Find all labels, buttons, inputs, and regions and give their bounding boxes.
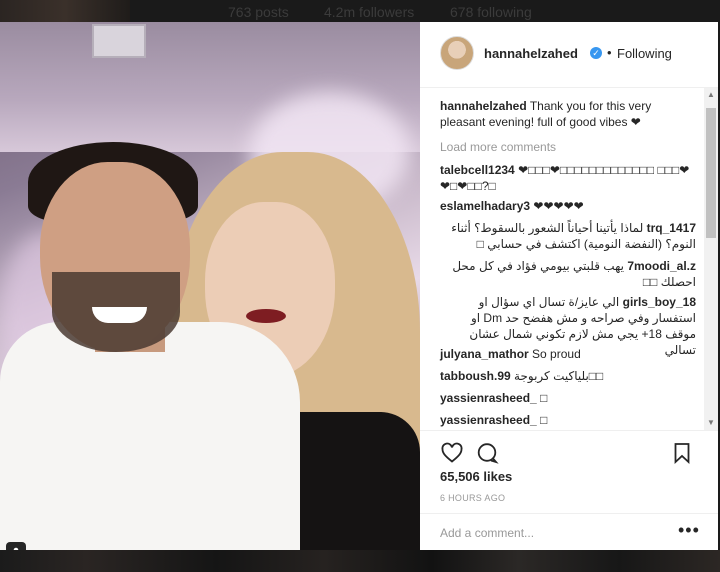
comment-username[interactable]: julyana_mathor: [440, 347, 529, 361]
post-header: hannahelzahed ✓ • Following: [420, 22, 718, 88]
comment-username[interactable]: tabboush.99: [440, 369, 511, 383]
comment-text: ❤❤❤❤❤: [533, 199, 584, 213]
comment-text: بلياكيت كربوجة□□: [514, 369, 604, 383]
list-item: julyana_mathor So proud: [440, 346, 696, 362]
list-item: 7moodi_al.z يهب قلبتي بيومي فؤاد في كل م…: [440, 258, 696, 290]
caption-username[interactable]: hannahelzahed: [440, 99, 527, 113]
scrollbar-thumb[interactable]: [706, 108, 716, 238]
list-item: tabboush.99 بلياكيت كربوجة□□: [440, 368, 696, 384]
post-side-panel: hannahelzahed ✓ • Following hannahelzahe…: [420, 22, 718, 550]
comment-username[interactable]: trq_1417: [647, 221, 696, 235]
post-timestamp[interactable]: 6 HOURS AGO: [440, 493, 505, 503]
list-item: talebcell1234 ❤□□□❤□□□□□□□□□□□□□ □□□❤❤□❤…: [440, 162, 696, 194]
photo-man-shirt: [0, 322, 300, 550]
comment-text: So proud: [532, 347, 581, 361]
comments-list[interactable]: hannahelzahed Thank you for this very pl…: [420, 88, 704, 430]
scroll-down-arrow-icon[interactable]: ▼: [704, 416, 718, 430]
list-item: trq_1417 لماذا يأتينا أحياناً الشعور بال…: [440, 220, 696, 252]
following-count[interactable]: 678 following: [450, 4, 532, 20]
comment-icon[interactable]: [475, 441, 499, 465]
likes-count[interactable]: 65,506 likes: [440, 469, 512, 484]
photo-man-smile: [92, 307, 147, 323]
followers-count[interactable]: 4.2m followers: [324, 4, 414, 20]
post-photo[interactable]: [0, 22, 420, 550]
list-item: yassienrasheed_ □: [440, 412, 696, 428]
following-button[interactable]: Following: [617, 46, 672, 61]
post-actions: 65,506 likes 6 HOURS AGO •••: [420, 430, 718, 551]
user-tag-icon[interactable]: [6, 542, 26, 550]
add-comment-input[interactable]: [440, 526, 660, 540]
scroll-up-arrow-icon[interactable]: ▲: [704, 88, 718, 102]
more-options-button[interactable]: •••: [678, 520, 700, 541]
header-separator: •: [607, 45, 612, 60]
heart-icon[interactable]: [440, 441, 464, 465]
bookmark-icon[interactable]: [670, 441, 694, 465]
comment-username[interactable]: eslamelhadary3: [440, 199, 530, 213]
comment-username[interactable]: yassienrasheed_: [440, 413, 537, 427]
comment-username[interactable]: 7moodi_al.z: [627, 259, 696, 273]
comment-username[interactable]: girls_boy_18: [623, 295, 696, 309]
comments-scrollbar[interactable]: ▲ ▼: [704, 88, 718, 430]
add-comment-bar: •••: [420, 513, 718, 552]
avatar[interactable]: [440, 36, 474, 70]
profile-grid-row: [0, 550, 720, 572]
list-item: eslamelhadary3 ❤❤❤❤❤: [440, 198, 696, 214]
comment-username[interactable]: yassienrasheed_: [440, 391, 537, 405]
comment-username[interactable]: talebcell1234: [440, 163, 515, 177]
photo-woman-lips: [246, 309, 286, 323]
list-item: yassienrasheed_ □: [440, 390, 696, 406]
post-author-username[interactable]: hannahelzahed: [484, 46, 578, 61]
comment-text: □: [540, 391, 548, 405]
posts-count: 763 posts: [228, 4, 289, 20]
photo-ac-unit: [92, 24, 146, 58]
comment-text: □: [540, 413, 548, 427]
load-more-comments-link[interactable]: Load more comments: [440, 140, 556, 154]
profile-stats: 763 posts 4.2m followers 678 following: [0, 0, 720, 22]
verified-badge-icon: ✓: [590, 47, 602, 59]
caption: hannahelzahed Thank you for this very pl…: [440, 98, 696, 130]
